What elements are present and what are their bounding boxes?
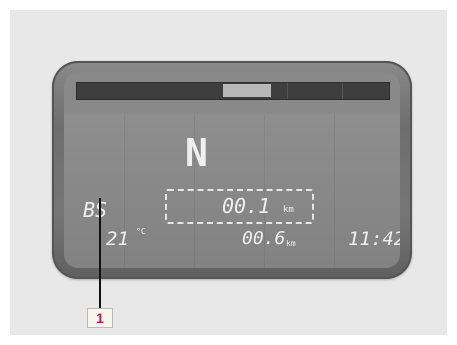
status-bar <box>76 82 390 100</box>
multifunction-display: N 00.1 km BS 21 °C 00.6 km 11:42 <box>64 72 400 268</box>
temperature-unit: °C <box>136 227 146 236</box>
callout-number-badge: 1 <box>87 308 113 328</box>
callout-leader-line <box>99 198 101 309</box>
gear-indicator: N <box>185 131 208 175</box>
trip-unit: km <box>283 205 294 215</box>
odometer-value: 00.6 <box>242 228 286 249</box>
display-code: BS <box>83 198 108 222</box>
display-band-divider <box>334 114 335 268</box>
status-bar-indicator <box>223 84 271 97</box>
trip-value: 00.1 <box>222 194 271 218</box>
outside-temperature: 21 <box>106 228 129 250</box>
status-bar-segment <box>342 83 343 99</box>
clock: 11:42 <box>348 228 400 250</box>
status-bar-segment <box>287 83 288 99</box>
odometer-unit: km <box>286 239 296 248</box>
